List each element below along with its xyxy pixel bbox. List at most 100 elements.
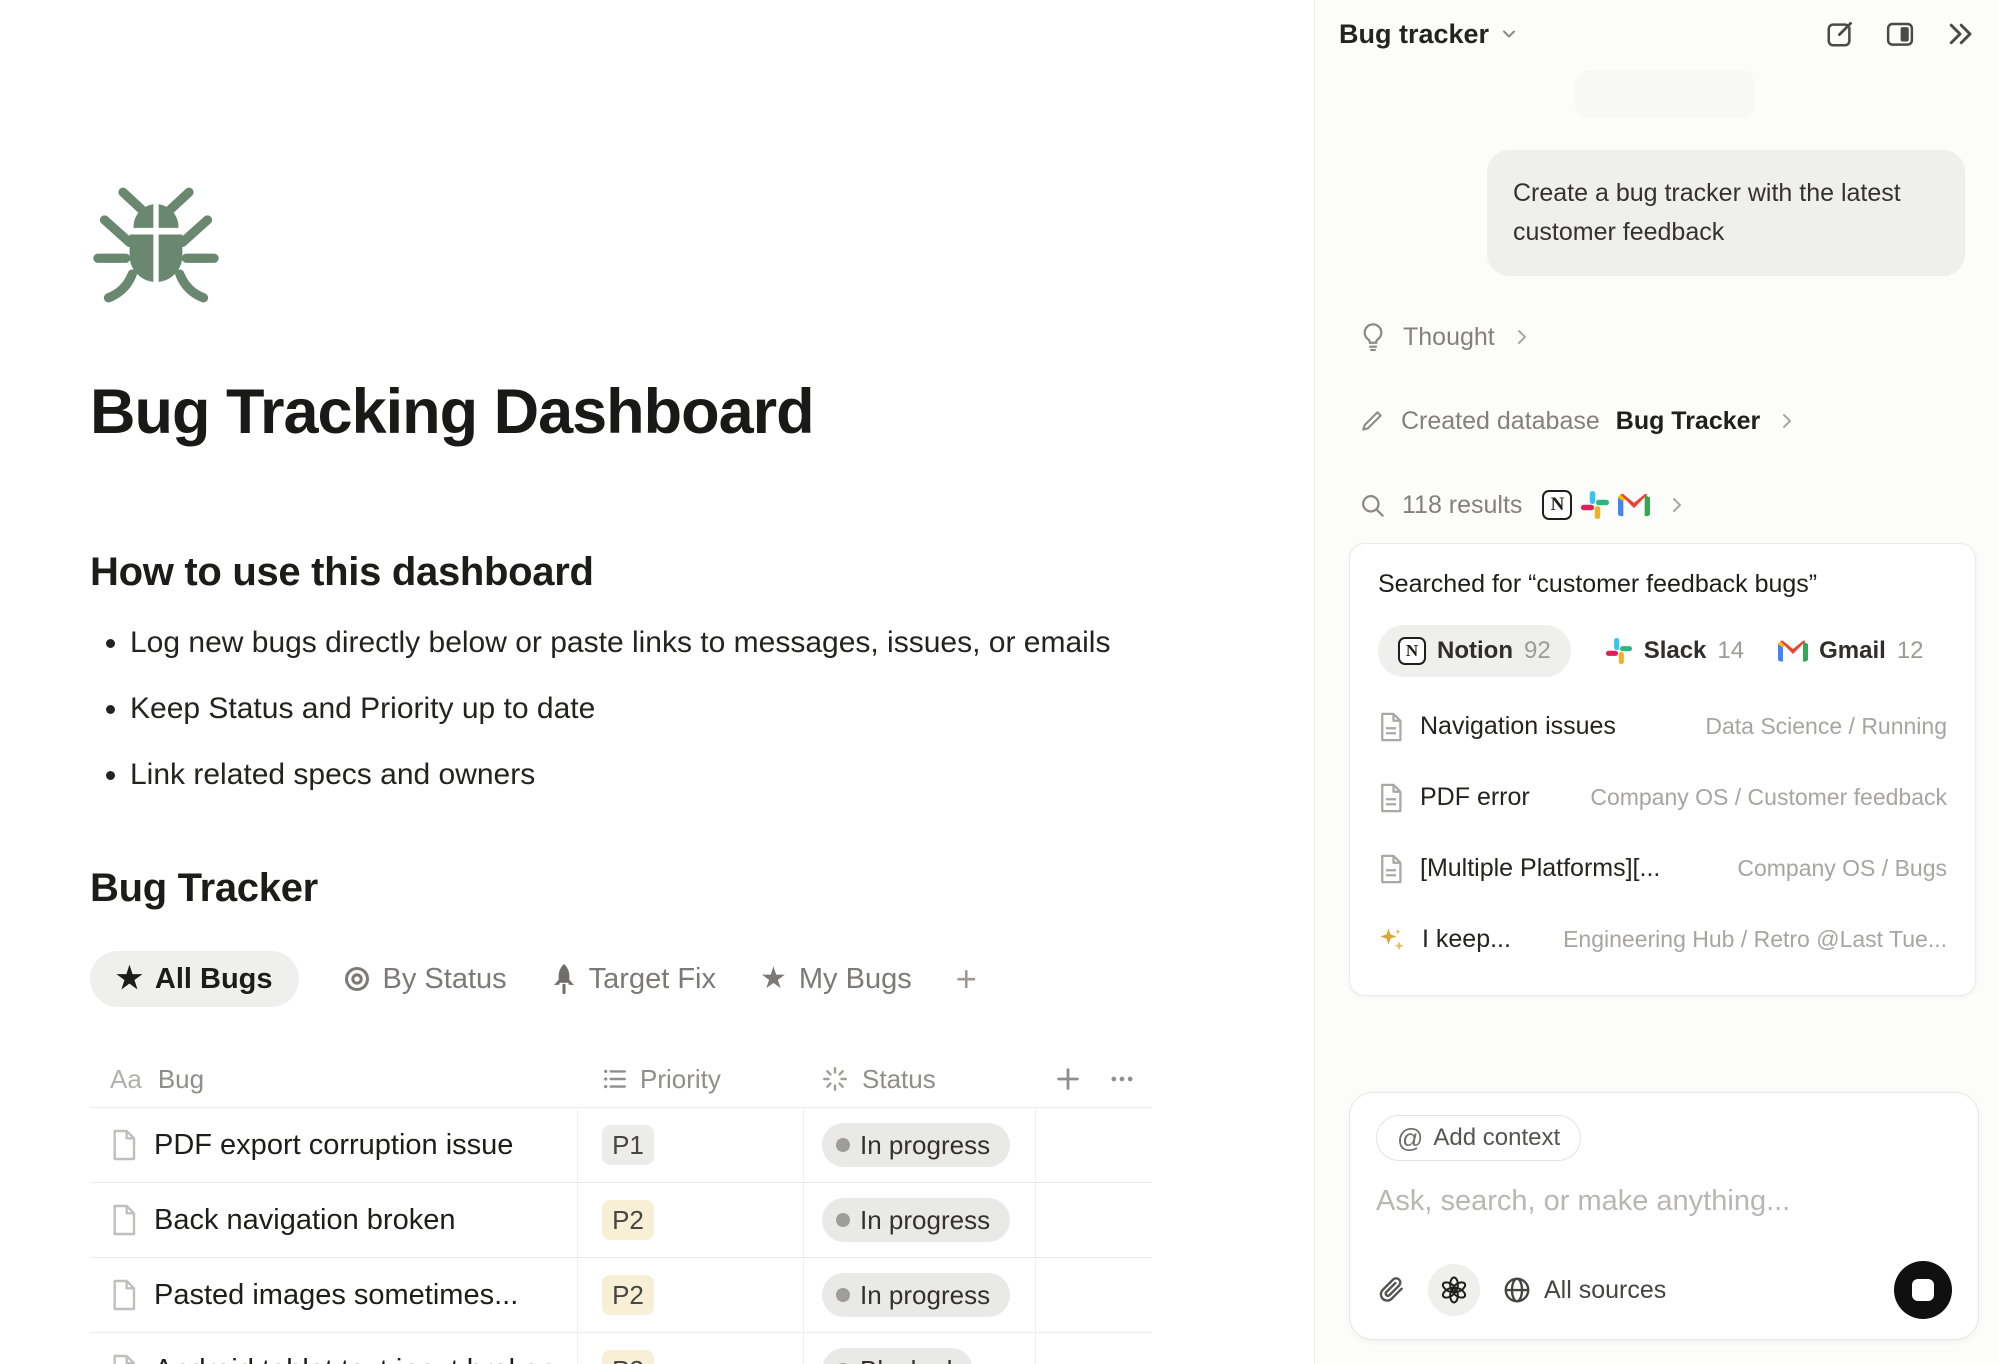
app: Bug Tracking Dashboard How to use this d…	[0, 0, 1999, 1364]
search-result-row[interactable]: PDF error Company OS / Customer feedback	[1378, 762, 1947, 833]
page-icon	[110, 1354, 138, 1364]
search-results-card: Searched for “customer feedback bugs” N …	[1349, 543, 1976, 996]
step-thought[interactable]: Thought	[1359, 313, 1965, 361]
status-badge: In progress	[822, 1273, 1010, 1317]
view-tab-by-status[interactable]: By Status	[343, 963, 507, 996]
view-tab-label: Target Fix	[589, 963, 716, 996]
page-icon	[110, 1279, 138, 1311]
result-meta: Company OS / Customer feedback	[1590, 784, 1947, 811]
slack-icon	[1580, 490, 1610, 520]
document-page: Bug Tracking Dashboard How to use this d…	[0, 0, 1314, 1364]
result-title: PDF error	[1420, 783, 1530, 812]
bug-title: PDF export corruption issue	[154, 1129, 513, 1162]
priority-badge: P2	[602, 1200, 654, 1240]
step-search-results[interactable]: 118 results N	[1359, 481, 1965, 529]
all-sources-button[interactable]: All sources	[1502, 1275, 1666, 1305]
attachment-icon[interactable]	[1376, 1275, 1406, 1305]
status-badge: Blocked	[822, 1348, 973, 1364]
view-tab-label: By Status	[383, 963, 507, 996]
sparkles-icon	[1378, 926, 1406, 954]
result-title: Navigation issues	[1420, 712, 1616, 741]
page-icon	[110, 1204, 138, 1236]
collapse-panel-button[interactable]	[1945, 19, 1975, 49]
chat-thread: Create a bug tracker with the latest cus…	[1315, 150, 1999, 996]
howto-bullet: Keep Status and Priority up to date	[130, 691, 1254, 727]
text-property-icon: Aa	[110, 1064, 142, 1095]
view-tab-target-fix[interactable]: Target Fix	[551, 963, 716, 996]
result-title: I keep...	[1422, 925, 1511, 954]
tab-count: 12	[1897, 637, 1924, 665]
list-property-icon	[602, 1066, 628, 1092]
tab-notion[interactable]: N Notion 92	[1378, 625, 1571, 677]
priority-badge: P2	[602, 1350, 654, 1364]
add-context-label: Add context	[1433, 1124, 1560, 1152]
column-label: Priority	[640, 1064, 721, 1095]
tab-label: Gmail	[1819, 637, 1886, 665]
stop-button[interactable]	[1894, 1261, 1952, 1319]
search-source-tabs: N Notion 92 Slack	[1378, 625, 1947, 677]
star-icon: ★	[116, 964, 143, 994]
at-icon: @	[1397, 1123, 1423, 1154]
column-header-priority[interactable]: Priority	[577, 1064, 803, 1095]
add-view-button[interactable]: +	[956, 958, 977, 1000]
howto-list: Log new bugs directly below or paste lin…	[90, 625, 1254, 793]
agent-steps: Thought Created database Bug Tracker	[1349, 313, 1965, 529]
table-row[interactable]: PDF export corruption issue P1 In progre…	[90, 1107, 1152, 1182]
search-result-row[interactable]: [Multiple Platforms][... Company OS / Bu…	[1378, 833, 1947, 904]
bug-title: Pasted images sometimes...	[154, 1279, 518, 1312]
step-created-database[interactable]: Created database Bug Tracker	[1359, 397, 1965, 445]
composer-input[interactable]	[1376, 1185, 1894, 1218]
new-chat-button[interactable]	[1825, 19, 1855, 49]
composer: @ Add context	[1349, 1092, 1979, 1340]
search-card-title: Searched for “customer feedback bugs”	[1378, 570, 1947, 599]
column-label: Bug	[158, 1064, 204, 1095]
star-icon: ★	[760, 964, 787, 994]
chevron-right-icon	[1513, 328, 1531, 346]
view-tab-all-bugs[interactable]: ★ All Bugs	[90, 951, 299, 1007]
notion-icon: N	[1398, 637, 1426, 665]
column-header-status[interactable]: Status	[803, 1064, 1035, 1095]
result-title: [Multiple Platforms][...	[1420, 854, 1660, 883]
tab-count: 92	[1524, 637, 1551, 665]
add-context-button[interactable]: @ Add context	[1376, 1115, 1581, 1161]
result-meta: Engineering Hub / Retro @Last Tue...	[1563, 926, 1947, 953]
stop-icon	[1912, 1279, 1934, 1301]
bug-title: Android tablet text input broken	[154, 1354, 555, 1364]
status-badge: In progress	[822, 1198, 1010, 1242]
tracker-heading: Bug Tracker	[90, 866, 1254, 911]
add-column-button[interactable]	[1054, 1065, 1082, 1093]
result-meta: Data Science / Running	[1705, 713, 1947, 740]
bug-title: Back navigation broken	[154, 1204, 455, 1237]
thread-selector[interactable]: Bug tracker	[1339, 19, 1519, 50]
open-side-panel-button[interactable]	[1885, 19, 1915, 49]
bug-page-icon[interactable]	[90, 183, 222, 315]
table-row[interactable]: Pasted images sometimes... P2 In progres…	[90, 1257, 1152, 1332]
tab-gmail[interactable]: Gmail 12	[1778, 625, 1923, 677]
table-header-row: Aa Bug Priority	[90, 1051, 1152, 1107]
gmail-icon	[1778, 640, 1808, 663]
search-result-list: Navigation issues Data Science / Running…	[1378, 691, 1947, 975]
table-more-button[interactable]	[1108, 1065, 1136, 1093]
column-header-bug[interactable]: Aa Bug	[90, 1064, 577, 1095]
table-row[interactable]: Back navigation broken P2 In progress	[90, 1182, 1152, 1257]
view-tabs: ★ All Bugs By Status	[90, 951, 1254, 1007]
composer-toolbar: All sources	[1376, 1261, 1952, 1319]
howto-bullet: Link related specs and owners	[130, 757, 1254, 793]
result-meta: Company OS / Bugs	[1737, 855, 1947, 882]
step-label: Thought	[1403, 323, 1495, 352]
document-icon	[1378, 854, 1404, 884]
bug-table: Aa Bug Priority	[90, 1051, 1152, 1364]
priority-badge: P2	[602, 1275, 654, 1315]
view-tab-my-bugs[interactable]: ★ My Bugs	[760, 963, 912, 996]
tab-slack[interactable]: Slack 14	[1605, 625, 1744, 677]
page-title: Bug Tracking Dashboard	[90, 376, 1254, 448]
search-result-row[interactable]: I keep... Engineering Hub / Retro @Last …	[1378, 904, 1947, 975]
model-selector-button[interactable]	[1428, 1264, 1480, 1316]
search-result-row[interactable]: Navigation issues Data Science / Running	[1378, 691, 1947, 762]
thread-title: Bug tracker	[1339, 19, 1489, 50]
step-label: 118 results	[1402, 491, 1522, 520]
all-sources-label: All sources	[1544, 1276, 1666, 1305]
target-icon	[343, 965, 371, 993]
search-icon	[1359, 492, 1386, 519]
table-row[interactable]: Android tablet text input broken P2 Bloc…	[90, 1332, 1152, 1364]
